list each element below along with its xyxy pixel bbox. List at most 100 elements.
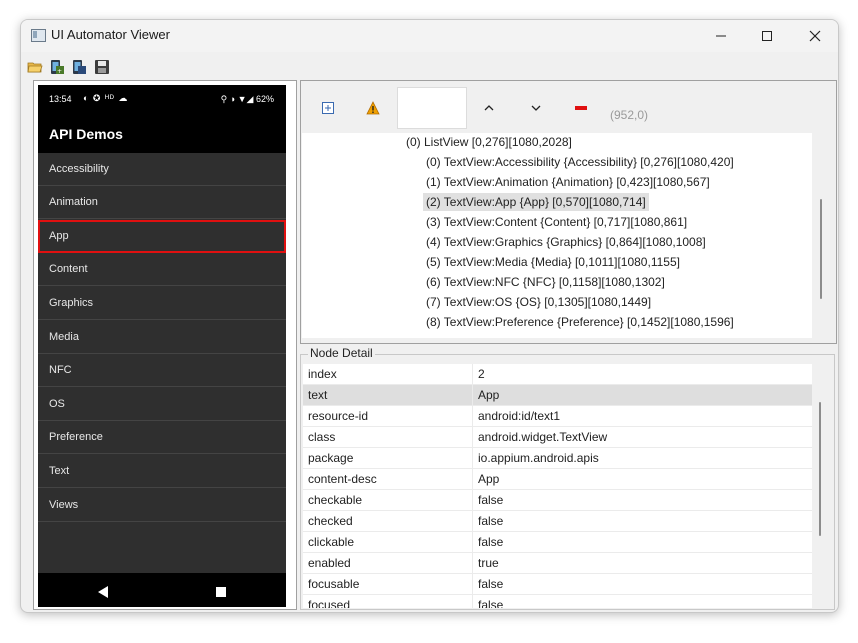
window-title: UI Automator Viewer	[51, 27, 170, 42]
tree-node[interactable]: (6) TextView:NFC {NFC} [0,1158][1080,130…	[426, 273, 665, 291]
status-right: ⚲ ◑ ▼◢ 62%	[221, 94, 274, 105]
list-item-label: Content	[49, 263, 88, 275]
toggle-naf-icon[interactable]	[572, 99, 590, 117]
tree-node[interactable]: (3) TextView:Content {Content} [0,717][1…	[426, 213, 687, 231]
property-key: checked	[308, 514, 353, 528]
navigation-bar	[38, 573, 286, 607]
hierarchy-toolbar: (952,0)	[301, 81, 836, 133]
property-value: false	[478, 514, 504, 528]
property-value: App	[478, 472, 500, 486]
list-item-label: Media	[49, 331, 79, 343]
tree-node[interactable]: (8) TextView:Preference {Preference} [0,…	[426, 313, 734, 331]
coordinate-readout: (952,0)	[610, 108, 649, 122]
table-row[interactable]: index 2	[303, 364, 812, 385]
property-key: clickable	[308, 535, 355, 549]
main-toolbar: +	[21, 54, 838, 80]
tree-node[interactable]: (5) TextView:Media {Media} [0,1011][1080…	[426, 253, 680, 271]
expand-all-icon[interactable]	[319, 99, 337, 117]
device-screenshot-compressed-icon[interactable]	[71, 59, 87, 75]
hierarchy-search-box[interactable]	[397, 87, 467, 129]
minimize-icon	[716, 35, 726, 37]
list-item-os[interactable]: OS	[38, 388, 286, 421]
list-item-app[interactable]: App	[38, 220, 286, 253]
node-detail-table[interactable]: index 2 text App resource-id android:id/tex…	[303, 364, 812, 608]
list-item-label: App	[49, 230, 69, 242]
property-value: 2	[478, 367, 485, 381]
list-item-media[interactable]: Media	[38, 321, 286, 354]
close-button[interactable]	[792, 20, 838, 52]
list-item-nfc[interactable]: NFC	[38, 354, 286, 387]
device-screenshot-icon[interactable]: +	[49, 59, 65, 75]
warning-icon[interactable]	[364, 99, 382, 117]
list-item-label: Preference	[49, 431, 103, 443]
minimize-button[interactable]	[698, 20, 744, 52]
property-value: App	[478, 388, 500, 402]
property-key: content-desc	[308, 472, 377, 486]
list-item-views[interactable]: Views	[38, 489, 286, 522]
list-item-accessibility[interactable]: Accessibility	[38, 153, 286, 186]
status-bar: 13:54 ◐ ✪ ᴴᴰ ☁ ⚲ ◑ ▼◢ 62%	[38, 85, 286, 115]
tree-node[interactable]: (0) ListView [0,276][1080,2028]	[406, 133, 572, 151]
list-item-text[interactable]: Text	[38, 455, 286, 488]
tree-node[interactable]: (1) TextView:Animation {Animation} [0,42…	[426, 173, 710, 191]
property-key: focusable	[308, 577, 360, 591]
table-row[interactable]: checkable false	[303, 490, 812, 511]
table-row[interactable]: focused false	[303, 595, 812, 608]
property-key: enabled	[308, 556, 351, 570]
close-icon	[809, 30, 821, 42]
node-detail-pane: Node Detail index 2 text App resource-id an…	[300, 346, 835, 610]
list-item-preference[interactable]: Preference	[38, 421, 286, 454]
table-row[interactable]: focusable false	[303, 574, 812, 595]
property-value: false	[478, 493, 504, 507]
node-detail-title: Node Detail	[308, 346, 375, 360]
device-screenshot-pane: 13:54 ◐ ✪ ᴴᴰ ☁ ⚲ ◑ ▼◢ 62% API Demos Acce…	[33, 80, 297, 610]
tree-node[interactable]: (7) TextView:OS {OS} [0,1305][1080,1449]	[426, 293, 651, 311]
property-value: true	[478, 556, 499, 570]
up-arrow-icon[interactable]	[480, 99, 498, 117]
hierarchy-scrollbar[interactable]	[820, 199, 822, 299]
list-item-label: Animation	[49, 196, 98, 208]
list-item-content[interactable]: Content	[38, 253, 286, 286]
tree-node-selected[interactable]: (2) TextView:App {App} [0,570][1080,714]	[423, 193, 649, 211]
back-icon[interactable]	[98, 586, 108, 598]
table-row[interactable]: package io.appium.android.apis	[303, 448, 812, 469]
table-row[interactable]: content-desc App	[303, 469, 812, 490]
tree-node[interactable]: (4) TextView:Graphics {Graphics} [0,864]…	[426, 233, 706, 251]
property-value: false	[478, 535, 504, 549]
table-row[interactable]: enabled true	[303, 553, 812, 574]
title-bar: UI Automator Viewer	[21, 20, 838, 52]
app-icon	[31, 29, 46, 42]
svg-text:+: +	[57, 68, 62, 75]
maximize-button[interactable]	[744, 20, 790, 52]
table-row-selected[interactable]: text App	[303, 385, 812, 406]
list-item-label: Graphics	[49, 297, 94, 309]
app-bar: API Demos	[38, 115, 286, 153]
tree-node[interactable]: (0) TextView:Accessibility {Accessibilit…	[426, 153, 734, 171]
save-icon[interactable]	[94, 59, 110, 75]
status-time: 13:54	[49, 94, 72, 104]
list-item-label: Text	[49, 465, 70, 477]
hierarchy-tree[interactable]: (0) ListView [0,276][1080,2028] (0) Text…	[302, 133, 812, 338]
table-row[interactable]: checked false	[303, 511, 812, 532]
property-key: class	[308, 430, 336, 444]
property-key: resource-id	[308, 409, 369, 423]
property-value: false	[478, 577, 504, 591]
table-row[interactable]: class android.widget.TextView	[303, 427, 812, 448]
list-item-label: Accessibility	[49, 163, 109, 175]
battery-level: 62%	[255, 94, 274, 104]
property-key: package	[308, 451, 354, 465]
property-value: io.appium.android.apis	[478, 451, 599, 465]
down-arrow-icon[interactable]	[527, 99, 545, 117]
folder-open-icon[interactable]	[27, 59, 43, 75]
table-row[interactable]: clickable false	[303, 532, 812, 553]
table-row[interactable]: resource-id android:id/text1	[303, 406, 812, 427]
list-item-animation[interactable]: Animation	[38, 186, 286, 219]
property-value: android:id/text1	[478, 409, 561, 423]
device-screen[interactable]: 13:54 ◐ ✪ ᴴᴰ ☁ ⚲ ◑ ▼◢ 62% API Demos Acce…	[38, 85, 286, 607]
home-icon[interactable]	[216, 587, 226, 597]
property-key: index	[308, 367, 337, 381]
node-detail-scrollbar[interactable]	[819, 402, 821, 536]
property-key: text	[308, 388, 328, 402]
list-item-graphics[interactable]: Graphics	[38, 287, 286, 320]
list-item-label: NFC	[49, 364, 72, 376]
